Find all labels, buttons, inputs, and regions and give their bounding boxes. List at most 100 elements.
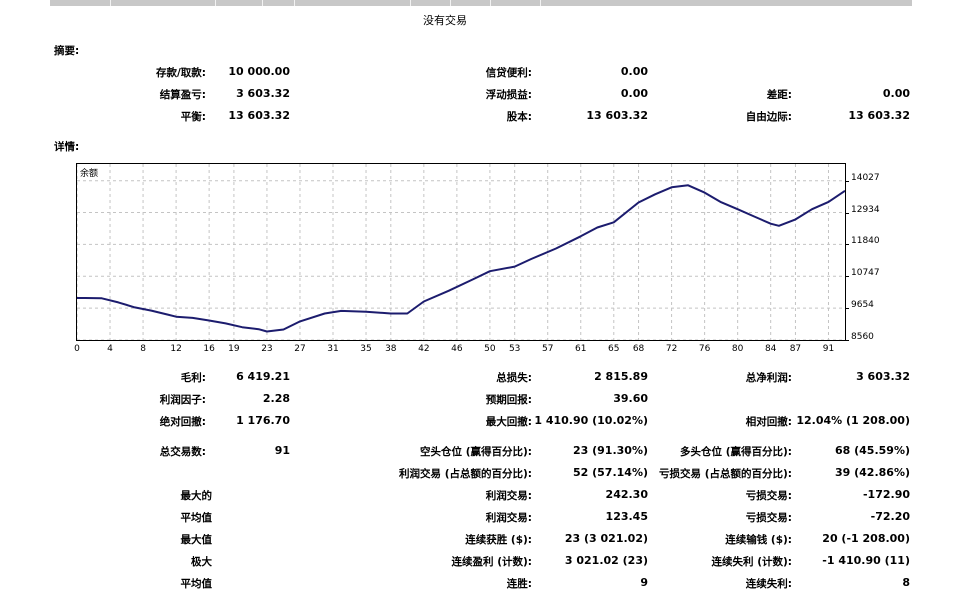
x-tick-label: 76: [698, 344, 711, 354]
spread-value: 0.00: [882, 87, 910, 100]
max-drawdown-value: 1 410.90 (10.02%): [534, 414, 648, 427]
largest-label: 最大的: [180, 490, 213, 502]
profit-factor-label: 利润因子:: [159, 394, 206, 406]
x-tick-label: 35: [360, 344, 372, 354]
spread-label: 差距:: [766, 89, 792, 101]
avg-loss-streak-label: 连续失利:: [745, 578, 792, 590]
avg-profit-value: 123.45: [605, 510, 648, 523]
short-positions-label: 空头仓位 (赢得百分比):: [420, 446, 532, 458]
gross-loss-value: 2 815.89: [594, 370, 648, 383]
x-tick-label: 57: [541, 344, 554, 354]
profit-factor-value: 2.28: [262, 392, 290, 405]
closed-pl-value: 3 603.32: [236, 87, 290, 100]
avg-loss-streak-value: 8: [902, 576, 910, 589]
x-tick-label: 46: [451, 344, 463, 354]
x-tick-label: 80: [731, 344, 744, 354]
cons-losses-value: 20 (-1 208.00): [822, 532, 910, 545]
credit-value: 0.00: [620, 65, 648, 78]
column-divider: [215, 0, 216, 6]
x-tick-label: 23: [261, 344, 273, 354]
gross-profit-value: 6 419.21: [236, 370, 290, 383]
y-tick-mark: [845, 276, 849, 278]
balance-label: 平衡:: [180, 111, 206, 123]
average2-label: 平均值: [180, 578, 213, 590]
balance-chart: [76, 163, 846, 341]
largest-loss-value: -172.90: [862, 488, 910, 501]
total-trades-value: 91: [274, 444, 290, 457]
maximal-label: 极大: [191, 556, 212, 568]
free-margin-label: 自由边际:: [745, 111, 792, 123]
cons-losses-label: 连续输钱 ($):: [725, 534, 792, 546]
y-tick-mark: [845, 212, 849, 214]
gross-loss-label: 总损失:: [496, 372, 532, 384]
free-margin-value: 13 603.32: [848, 109, 910, 122]
total-trades-label: 总交易数:: [159, 446, 206, 458]
no-trades-text: 没有交易: [423, 14, 467, 27]
column-divider: [294, 0, 295, 6]
column-divider: [110, 0, 111, 6]
x-tick-label: 0: [74, 344, 80, 354]
maximum-label: 最大值: [180, 534, 213, 546]
column-divider: [490, 0, 491, 6]
floating-label: 浮动损益:: [485, 89, 532, 101]
x-tick-label: 53: [508, 344, 521, 354]
column-divider: [450, 0, 451, 6]
x-tick-label: 65: [608, 344, 620, 354]
loss-trades-value: 39 (42.86%): [834, 466, 910, 479]
avg-profit-label: 利润交易:: [485, 512, 532, 524]
largest-profit-label: 利润交易:: [485, 490, 532, 502]
x-tick-label: 31: [327, 344, 339, 354]
x-tick-label: 91: [822, 344, 835, 354]
x-tick-label: 61: [575, 344, 587, 354]
y-tick-label: 10747: [851, 268, 880, 279]
floating-value: 0.00: [620, 87, 648, 100]
top-table-strip: [50, 0, 912, 6]
balance-value: 13 603.32: [228, 109, 290, 122]
y-tick-label: 8560: [851, 332, 874, 342]
cons-profit-value: 3 021.02 (23): [564, 554, 648, 567]
average-label: 平均值: [180, 512, 213, 524]
column-divider: [540, 0, 541, 6]
x-tick-label: 8: [140, 344, 146, 354]
column-divider: [410, 0, 411, 6]
loss-trades-label: 亏损交易 (占总额的百分比):: [659, 468, 792, 480]
y-tick-label: 12934: [851, 204, 880, 215]
expected-payoff-value: 39.60: [613, 392, 648, 405]
y-tick-label: 9654: [851, 300, 874, 311]
gross-profit-label: 毛利:: [180, 372, 206, 384]
largest-profit-value: 242.30: [605, 488, 648, 501]
cons-profit-label: 连续盈利 (计数):: [451, 556, 532, 568]
x-tick-label: 16: [203, 344, 215, 354]
abs-drawdown-value: 1 176.70: [236, 414, 290, 427]
rel-drawdown-value: 12.04% (1 208.00): [796, 414, 910, 427]
equity-label: 股本:: [506, 111, 532, 123]
chart-title: 余额: [80, 169, 99, 179]
x-tick-label: 19: [228, 344, 240, 354]
x-tick-label: 87: [789, 344, 802, 354]
y-tick-mark: [845, 340, 849, 341]
rel-drawdown-label: 相对回撤:: [745, 416, 792, 428]
x-tick-label: 84: [764, 344, 777, 354]
profit-trades-label: 利润交易 (占总额的百分比):: [399, 468, 532, 480]
max-drawdown-label: 最大回撤:: [485, 416, 532, 428]
details-heading: 详情:: [54, 141, 80, 153]
x-tick-label: 72: [665, 344, 678, 354]
avg-wins-label: 连胜:: [506, 578, 532, 590]
y-tick-label: 11840: [851, 236, 880, 247]
balance-series-line: [77, 184, 846, 333]
credit-label: 信贷便利:: [485, 67, 532, 79]
y-tick-mark: [845, 180, 849, 182]
cons-loss-label: 连续失利 (计数):: [711, 556, 792, 568]
summary-heading: 摘要:: [54, 45, 80, 57]
y-tick-mark: [845, 244, 849, 246]
avg-loss-value: -72.20: [870, 510, 910, 523]
deposit-value: 10 000.00: [228, 65, 290, 78]
x-tick-label: 12: [170, 344, 182, 354]
profit-trades-value: 52 (57.14%): [572, 466, 648, 479]
x-tick-label: 38: [385, 344, 397, 354]
column-divider: [262, 0, 263, 6]
largest-loss-label: 亏损交易:: [745, 490, 792, 502]
expected-payoff-label: 预期回报:: [485, 394, 532, 406]
cons-loss-value: -1 410.90 (11): [822, 554, 910, 567]
cons-wins-label: 连续获胜 ($):: [465, 534, 532, 546]
